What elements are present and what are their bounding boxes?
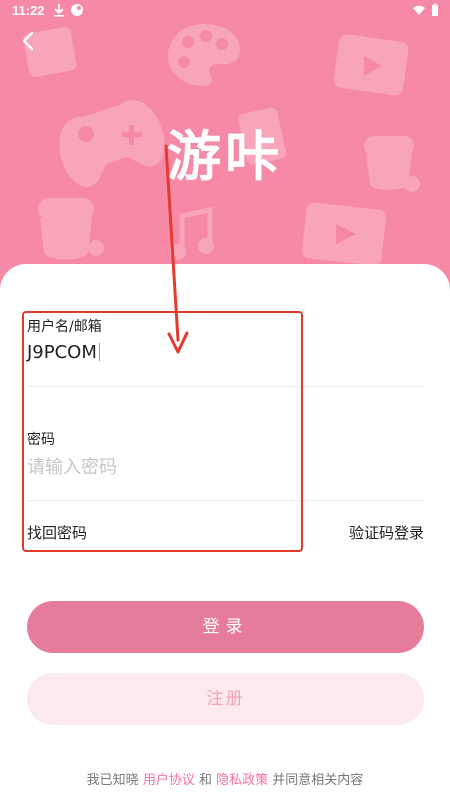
password-input[interactable] <box>27 455 407 479</box>
text-cursor <box>98 343 101 361</box>
acorn-icon <box>38 198 104 260</box>
agreement-notice: 我已知晓 用户协议 和 隐私政策 并同意相关内容 <box>0 769 450 788</box>
username-input[interactable]: J9PCOM <box>27 342 407 363</box>
password-label: 密码 <box>27 432 55 448</box>
back-button[interactable] <box>18 30 40 52</box>
wifi-icon <box>413 5 425 15</box>
username-value: J9PCOM <box>27 342 97 363</box>
video-player-icon <box>302 202 386 266</box>
download-icon <box>54 4 64 17</box>
app-notification-icon <box>71 4 83 16</box>
palette-icon <box>168 24 240 86</box>
video-player-icon <box>333 34 409 96</box>
forgot-password-link[interactable]: 找回密码 <box>27 522 87 543</box>
app-title: 游咔 <box>167 125 283 188</box>
register-button[interactable]: 注册 <box>27 673 424 725</box>
status-bar: 11:22 <box>0 0 450 22</box>
battery-icon <box>432 3 438 16</box>
username-label: 用户名/邮箱 <box>27 319 102 335</box>
sms-login-link[interactable]: 验证码登录 <box>349 522 424 543</box>
agreement-suffix: 并同意相关内容 <box>272 773 364 788</box>
privacy-policy-link[interactable]: 隐私政策 <box>216 773 268 788</box>
header-banner: 11:22 游咔 <box>0 0 450 300</box>
music-note-icon <box>170 206 214 260</box>
password-divider <box>27 500 424 501</box>
status-time: 11:22 <box>12 3 45 18</box>
agreement-and: 和 <box>198 773 212 788</box>
username-divider <box>27 386 424 387</box>
login-button[interactable]: 登录 <box>27 601 424 653</box>
agreement-prefix: 我已知晓 <box>86 773 139 788</box>
user-agreement-link[interactable]: 用户协议 <box>143 773 195 788</box>
